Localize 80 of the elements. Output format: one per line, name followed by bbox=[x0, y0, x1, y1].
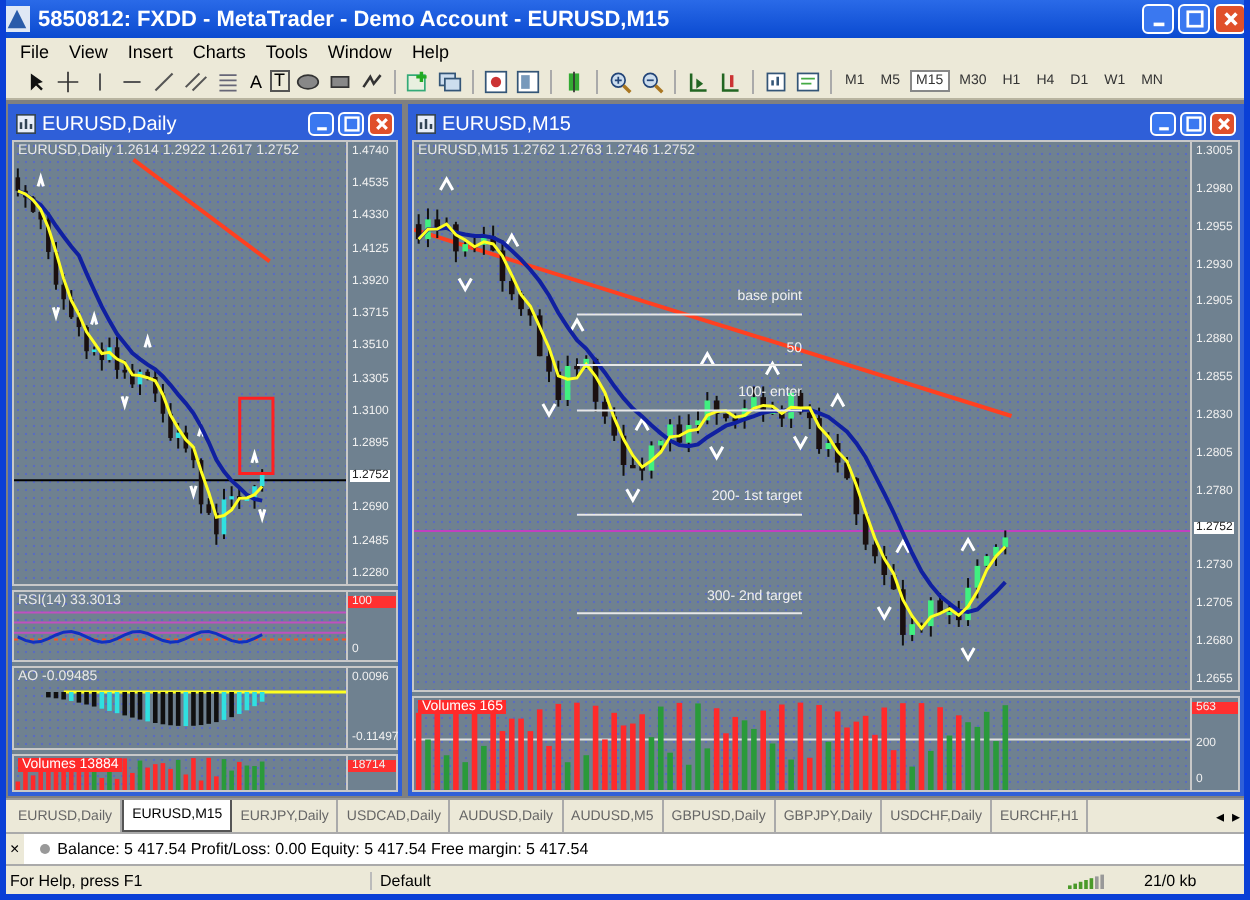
fractal-up-mark bbox=[439, 176, 455, 191]
auto-scroll-icon[interactable] bbox=[717, 69, 742, 93]
text-tool-button[interactable]: A bbox=[246, 71, 267, 91]
fractal-up-mark bbox=[699, 350, 715, 366]
fractal-down-mark bbox=[960, 647, 976, 662]
fractal-down-mark bbox=[541, 403, 557, 418]
new-chart-icon[interactable] bbox=[405, 69, 430, 93]
fractal-up-mark bbox=[36, 172, 45, 187]
maximize-icon bbox=[1185, 116, 1201, 132]
maximize-button[interactable] bbox=[338, 112, 364, 136]
maximize-button[interactable] bbox=[1178, 4, 1210, 34]
fractal-up-mark bbox=[250, 448, 259, 464]
ellipse-icon[interactable] bbox=[295, 69, 320, 93]
status-text: For Help, press F1 bbox=[8, 871, 145, 889]
trend-line-icon[interactable] bbox=[152, 69, 176, 93]
fractal-down-mark bbox=[120, 396, 129, 411]
menu-item[interactable]: Window bbox=[317, 41, 402, 61]
fractal-up-mark bbox=[765, 360, 781, 376]
fractal-up-mark bbox=[830, 392, 846, 408]
crosshair-icon[interactable] bbox=[56, 69, 80, 93]
fractal-down-mark bbox=[189, 485, 198, 500]
menu-item[interactable]: Tools bbox=[255, 41, 318, 61]
navigator-icon[interactable] bbox=[483, 69, 508, 93]
fractal-down-mark bbox=[876, 606, 892, 622]
close-button[interactable] bbox=[1214, 4, 1244, 34]
menu-item[interactable]: Insert bbox=[117, 41, 183, 61]
fractal-down-mark bbox=[258, 508, 267, 524]
fractal-up-mark bbox=[569, 316, 585, 332]
close-button[interactable] bbox=[1210, 112, 1236, 136]
chart-window-title: EURUSD,Daily bbox=[42, 113, 177, 135]
menu-item[interactable]: File bbox=[10, 41, 60, 61]
fractal-up-mark bbox=[895, 538, 911, 554]
menu-item[interactable]: View bbox=[59, 41, 118, 61]
close-button[interactable] bbox=[368, 112, 394, 136]
periods-icon[interactable] bbox=[763, 69, 788, 93]
fractal-up-mark bbox=[90, 310, 99, 325]
zoom-in-icon[interactable] bbox=[607, 69, 632, 93]
close-icon bbox=[1215, 116, 1231, 132]
channel-icon[interactable] bbox=[184, 69, 208, 93]
close-icon bbox=[373, 116, 389, 132]
status-text: 21/0 kb bbox=[1144, 871, 1199, 889]
close-icon bbox=[1221, 10, 1239, 28]
menu-item[interactable]: Help bbox=[401, 41, 459, 61]
account-summary: Balance: 5 417.54 Profit/Loss: 0.00 Equity: 5 417.54 Free margin: 5 417.54 bbox=[57, 840, 589, 858]
tab-scroll-button[interactable]: ▸ bbox=[1228, 800, 1244, 832]
chart-icon bbox=[16, 114, 36, 134]
connection-bars-icon bbox=[1068, 870, 1104, 890]
chart-icon bbox=[416, 114, 436, 134]
text-tool-button[interactable]: T bbox=[270, 70, 290, 92]
minimize-button[interactable] bbox=[308, 112, 334, 136]
windows-icon[interactable] bbox=[437, 69, 462, 93]
maximize-icon bbox=[343, 116, 359, 132]
fractal-down-mark bbox=[625, 488, 641, 504]
templates-icon[interactable] bbox=[795, 69, 820, 93]
close-button[interactable]: × bbox=[6, 834, 24, 864]
chart-window-title: EURUSD,M15 bbox=[442, 113, 571, 135]
fractal-up-mark bbox=[634, 416, 650, 431]
tab-scroll-button[interactable]: ◂ bbox=[1212, 800, 1228, 832]
fractal-up-mark bbox=[960, 536, 976, 552]
fractal-down-mark bbox=[51, 306, 61, 322]
data-window-icon[interactable] bbox=[515, 69, 540, 93]
fractal-down-mark bbox=[792, 435, 808, 451]
minimize-button[interactable] bbox=[1150, 112, 1176, 136]
status-text: Default bbox=[370, 871, 500, 889]
app-icon bbox=[6, 6, 30, 32]
zoom-out-icon[interactable] bbox=[639, 69, 664, 93]
menu-item[interactable]: Charts bbox=[182, 41, 256, 61]
fractal-up-mark bbox=[504, 232, 520, 248]
window-title: 5850812: FXDD - MetaTrader - Demo Account - EURUSD,M15 bbox=[38, 7, 670, 31]
selection-rectangle bbox=[238, 396, 275, 475]
minimize-button[interactable] bbox=[1142, 4, 1174, 34]
fibonacci-icon[interactable] bbox=[216, 69, 240, 93]
fractal-down-mark bbox=[457, 277, 473, 293]
chart-shift-icon[interactable] bbox=[685, 69, 710, 93]
fractal-up-mark bbox=[143, 333, 152, 348]
fractal-down-mark bbox=[709, 445, 725, 461]
maximize-icon bbox=[1185, 10, 1203, 28]
fractal-up-mark bbox=[197, 422, 206, 437]
status-dot-icon bbox=[39, 844, 50, 854]
maximize-button[interactable] bbox=[1180, 112, 1206, 136]
